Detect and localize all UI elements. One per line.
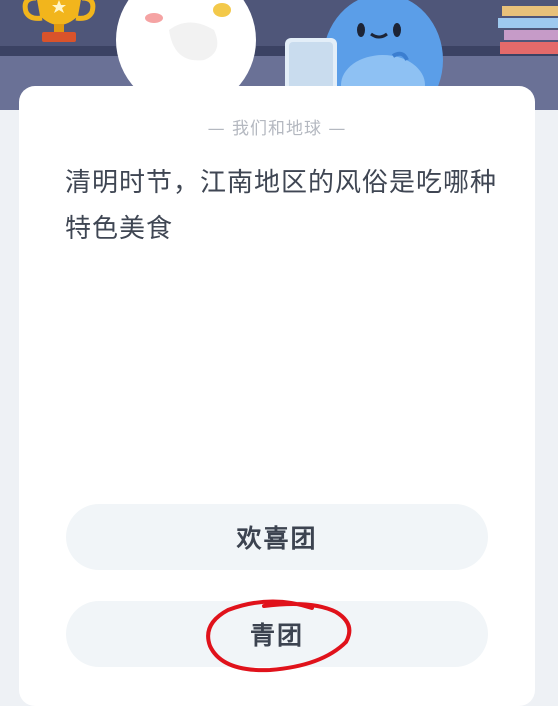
answer-option-label: 欢喜团: [236, 524, 318, 553]
answer-option-1[interactable]: 欢喜团: [66, 504, 488, 570]
question-text: 清明时节，江南地区的风俗是吃哪种特色美食: [65, 168, 498, 244]
books-icon: [498, 6, 558, 54]
question-category: — 我们和地球 —: [207, 119, 347, 139]
answer-option-2[interactable]: 青团: [66, 601, 488, 667]
answer-option-label: 青团: [249, 621, 304, 650]
question-card: — 我们和地球 — 清明时节，江南地区的风俗是吃哪种特色美食 欢喜团 青团: [19, 86, 535, 706]
trophy-icon: [22, 0, 96, 42]
